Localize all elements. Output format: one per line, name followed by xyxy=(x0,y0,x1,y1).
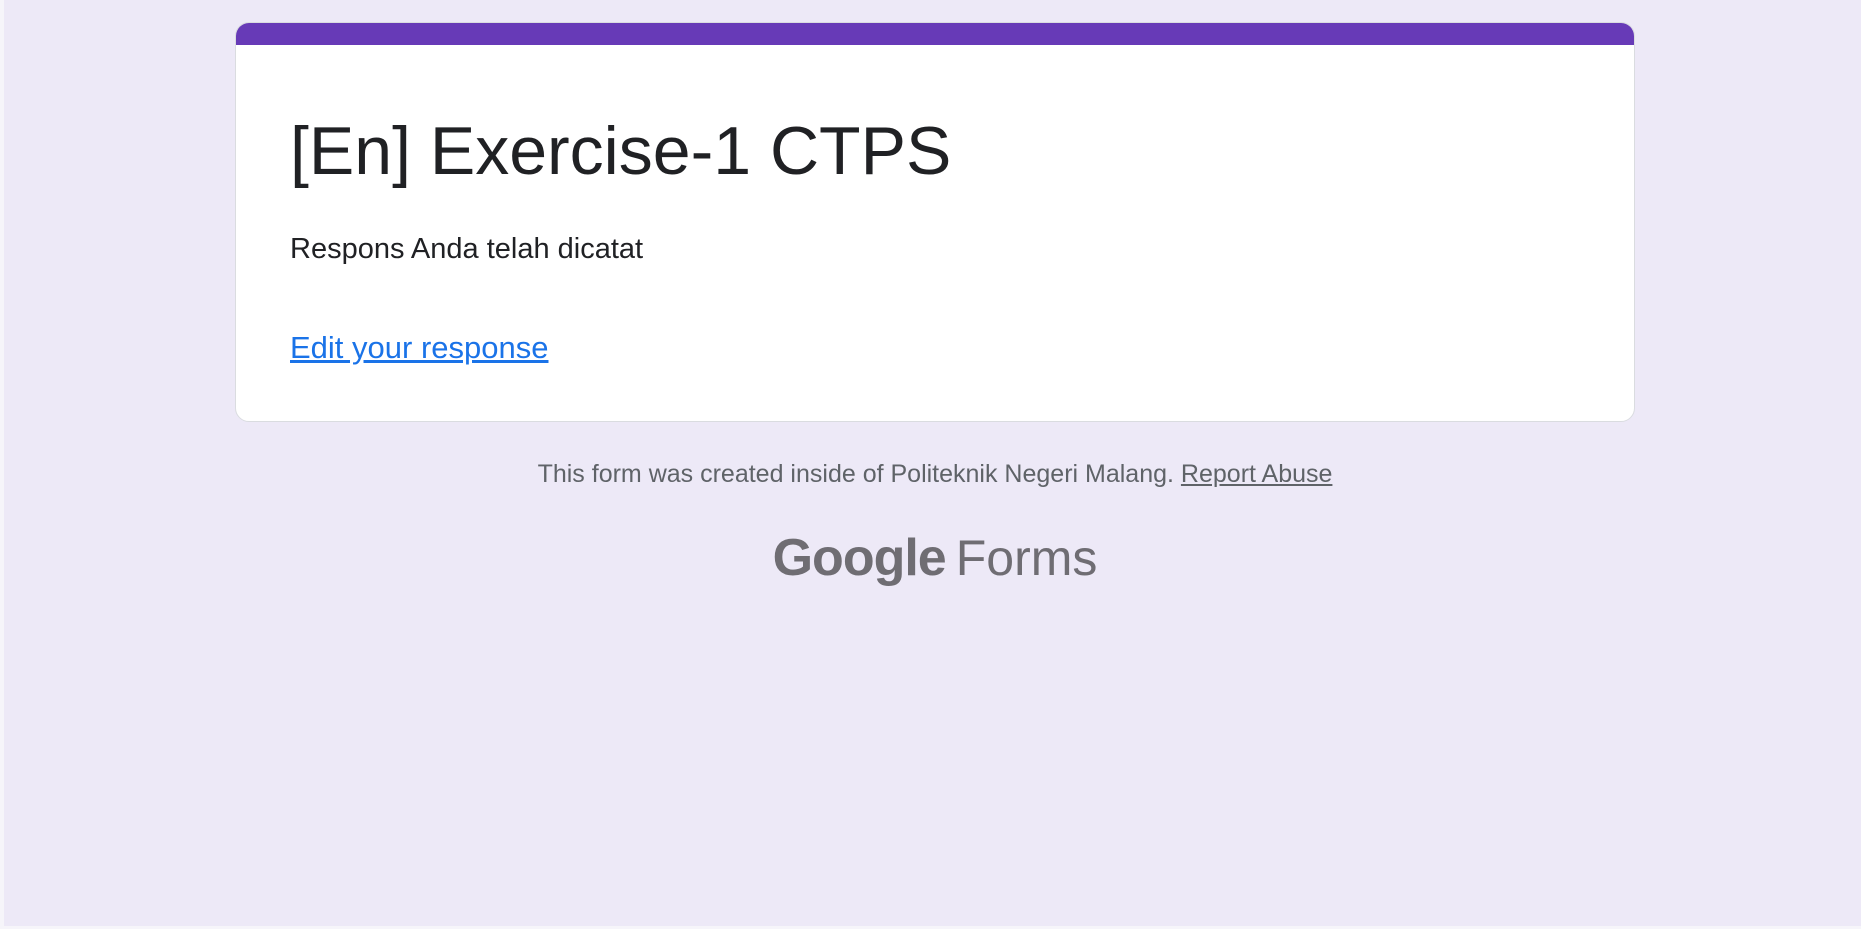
report-abuse-link[interactable]: Report Abuse xyxy=(1181,460,1333,488)
confirmation-message: Respons Anda telah dicatat xyxy=(290,233,644,265)
edit-response-link[interactable]: Edit your response xyxy=(290,328,548,368)
forms-wordmark: Forms xyxy=(955,530,1098,586)
footer-note: This form was created inside of Politekn… xyxy=(0,458,1861,491)
page-background: [En] Exercise-1 CTPS Respons Anda telah … xyxy=(0,0,1861,929)
google-forms-logo[interactable]: Google Forms xyxy=(0,532,1861,584)
footer-note-text: This form was created inside of Politekn… xyxy=(537,460,1181,488)
form-title: [En] Exercise-1 CTPS xyxy=(290,113,952,189)
card-accent-bar xyxy=(236,23,1634,45)
google-wordmark: Google xyxy=(772,529,947,587)
form-confirmation-card: [En] Exercise-1 CTPS Respons Anda telah … xyxy=(235,22,1635,422)
